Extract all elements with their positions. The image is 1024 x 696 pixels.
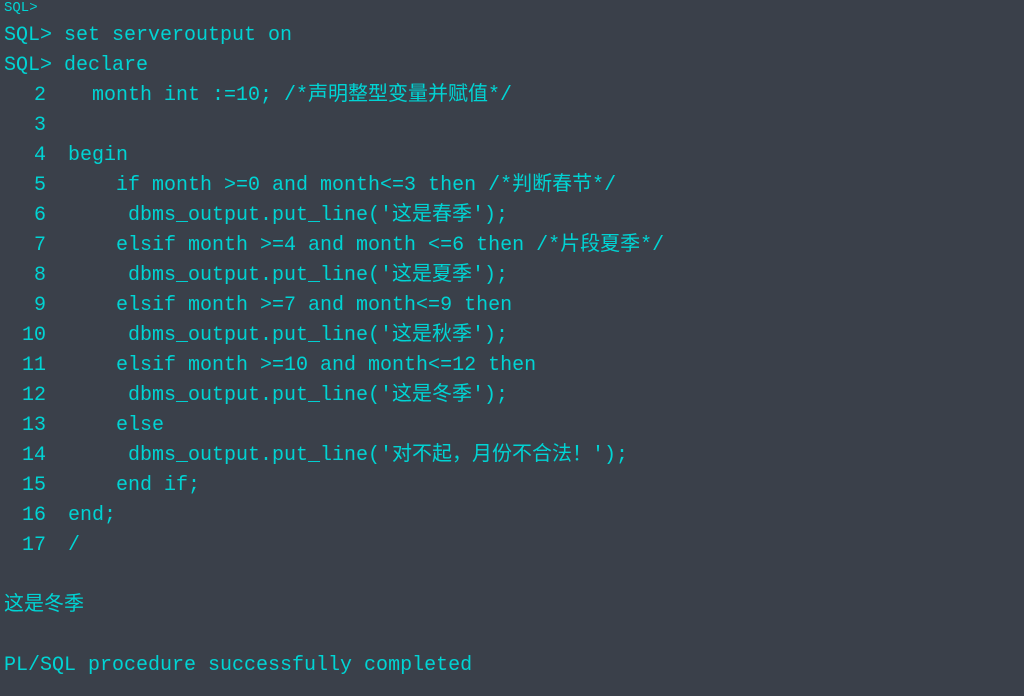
output-line xyxy=(4,621,1020,651)
output-text: 这是冬季 xyxy=(4,591,84,621)
numbered-line: 5 if month >=0 and month<=3 then /*判断春节*… xyxy=(4,171,1020,201)
sql-terminal[interactable]: SQL> SQL> set serveroutput onSQL> declar… xyxy=(0,0,1024,681)
sql-prompt: SQL> xyxy=(4,21,64,51)
output-text: PL/SQL procedure successfully completed xyxy=(4,651,472,681)
numbered-line: 8 dbms_output.put_line('这是夏季'); xyxy=(4,261,1020,291)
code-text: dbms_output.put_line('这是春季'); xyxy=(56,201,508,231)
line-number: 5 xyxy=(4,171,56,201)
code-text: elsif month >=7 and month<=9 then xyxy=(56,291,512,321)
code-text: if month >=0 and month<=3 then /*判断春节*/ xyxy=(56,171,616,201)
output-line: PL/SQL procedure successfully completed xyxy=(4,651,1020,681)
line-number: 2 xyxy=(4,81,56,111)
line-number: 16 xyxy=(4,501,56,531)
line-number: 12 xyxy=(4,381,56,411)
prompt-line: SQL> set serveroutput on xyxy=(4,21,1020,51)
output-line: 这是冬季 xyxy=(4,591,1020,621)
line-number: 6 xyxy=(4,201,56,231)
partial-prompt: SQL> xyxy=(4,0,38,19)
code-text: else xyxy=(56,411,164,441)
numbered-line: 4 begin xyxy=(4,141,1020,171)
numbered-line: 2 month int :=10; /*声明整型变量并赋值*/ xyxy=(4,81,1020,111)
numbered-line: 15 end if; xyxy=(4,471,1020,501)
numbered-line: 11 elsif month >=10 and month<=12 then xyxy=(4,351,1020,381)
sql-prompt: SQL> xyxy=(4,51,64,81)
line-number: 9 xyxy=(4,291,56,321)
numbered-line: 12 dbms_output.put_line('这是冬季'); xyxy=(4,381,1020,411)
prompt-line: SQL> declare xyxy=(4,51,1020,81)
numbered-line: 14 dbms_output.put_line('对不起，月份不合法！'); xyxy=(4,441,1020,471)
output-text xyxy=(4,561,16,591)
code-text: dbms_output.put_line('这是秋季'); xyxy=(56,321,508,351)
numbered-line: 10 dbms_output.put_line('这是秋季'); xyxy=(4,321,1020,351)
numbered-line: 9 elsif month >=7 and month<=9 then xyxy=(4,291,1020,321)
line-number: 11 xyxy=(4,351,56,381)
partial-line: SQL> xyxy=(4,0,1020,21)
numbered-line: 3 xyxy=(4,111,1020,141)
line-number: 10 xyxy=(4,321,56,351)
code-text: elsif month >=10 and month<=12 then xyxy=(56,351,536,381)
code-text: / xyxy=(56,531,80,561)
code-text: elsif month >=4 and month <=6 then /*片段夏… xyxy=(56,231,664,261)
code-text: declare xyxy=(64,51,148,81)
line-number: 4 xyxy=(4,141,56,171)
numbered-line: 16 end; xyxy=(4,501,1020,531)
code-text: dbms_output.put_line('这是冬季'); xyxy=(56,381,508,411)
code-text: dbms_output.put_line('这是夏季'); xyxy=(56,261,508,291)
output-line xyxy=(4,561,1020,591)
code-text: dbms_output.put_line('对不起，月份不合法！'); xyxy=(56,441,628,471)
line-number: 14 xyxy=(4,441,56,471)
code-text: set serveroutput on xyxy=(64,21,292,51)
code-text: month int :=10; /*声明整型变量并赋值*/ xyxy=(56,81,512,111)
line-number: 3 xyxy=(4,111,56,141)
line-number: 15 xyxy=(4,471,56,501)
numbered-line: 6 dbms_output.put_line('这是春季'); xyxy=(4,201,1020,231)
line-number: 13 xyxy=(4,411,56,441)
numbered-line: 17 / xyxy=(4,531,1020,561)
numbered-line: 13 else xyxy=(4,411,1020,441)
code-text: begin xyxy=(56,141,128,171)
numbered-line: 7 elsif month >=4 and month <=6 then /*片… xyxy=(4,231,1020,261)
line-number: 7 xyxy=(4,231,56,261)
line-number: 17 xyxy=(4,531,56,561)
line-number: 8 xyxy=(4,261,56,291)
code-text: end; xyxy=(56,501,116,531)
code-text: end if; xyxy=(56,471,200,501)
output-text xyxy=(4,621,16,651)
